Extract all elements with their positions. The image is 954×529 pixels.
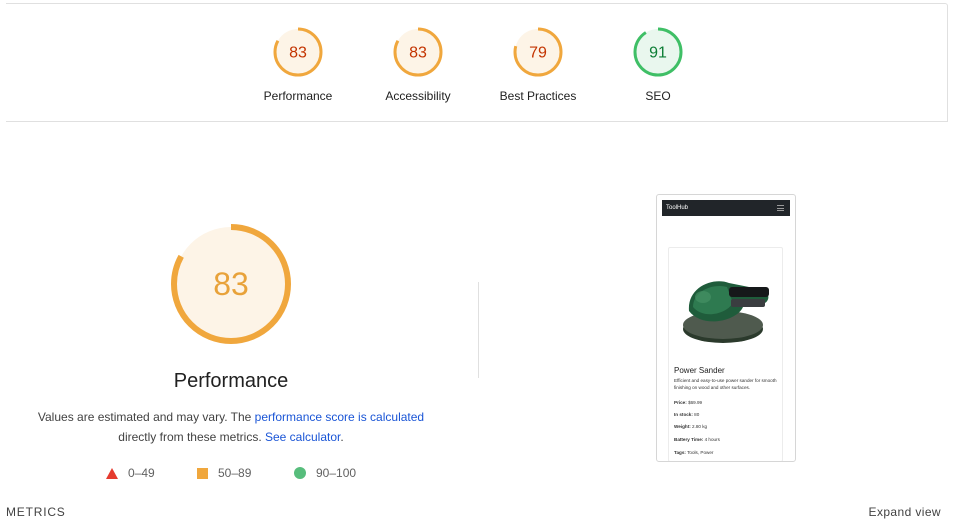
stock-value: 80 bbox=[694, 412, 700, 417]
screenshot-navbar: ToolHub bbox=[662, 200, 790, 216]
price-value: $69.99 bbox=[688, 400, 703, 405]
gauge-score: 83 bbox=[409, 45, 427, 62]
battery-label: Battery Time: bbox=[674, 437, 704, 442]
expand-view-button[interactable]: Expand view bbox=[869, 505, 941, 519]
desc-text-2: directly from these metrics. bbox=[118, 430, 265, 444]
performance-title: Performance bbox=[173, 370, 289, 392]
gauge-performance[interactable]: 83 Performance bbox=[233, 27, 363, 103]
screenshot-stock: In stock: 80 bbox=[674, 412, 699, 417]
performance-large-ring: 83 bbox=[171, 224, 291, 344]
tags-label: Tags: bbox=[674, 450, 686, 455]
gauge-accessibility[interactable]: 83 Accessibility bbox=[353, 27, 483, 103]
desc-text: Values are estimated and may vary. The bbox=[37, 410, 255, 424]
battery-value: 4 hours bbox=[704, 437, 720, 442]
screenshot-weight: Weight: 2.80 kg bbox=[674, 424, 707, 429]
desc-period: . bbox=[340, 430, 344, 444]
legend-average: 50–89 bbox=[197, 466, 251, 480]
gauge-best-practices[interactable]: 79 Best Practices bbox=[473, 27, 603, 103]
screenshot-price: Price: $69.99 bbox=[674, 400, 702, 405]
screenshot-brand: ToolHub bbox=[666, 205, 689, 211]
gauge-label: Performance bbox=[263, 89, 333, 103]
best-practices-gauge-ring: 79 bbox=[513, 27, 563, 77]
metrics-heading: METRICS bbox=[6, 505, 66, 519]
performance-score-link[interactable]: performance score is calculated bbox=[255, 410, 424, 424]
legend-label: 90–100 bbox=[316, 466, 357, 480]
square-icon bbox=[197, 467, 208, 479]
see-calculator-link[interactable]: See calculator bbox=[265, 430, 340, 444]
performance-description: Values are estimated and may vary. The p… bbox=[0, 407, 462, 447]
price-label: Price: bbox=[674, 400, 687, 405]
screenshot-product-desc: Efficient and easy-to-use power sander f… bbox=[674, 378, 777, 390]
seo-gauge-ring: 91 bbox=[633, 27, 683, 77]
screenshot-battery: Battery Time: 4 hours bbox=[674, 437, 720, 442]
score-legend: 0–49 50–89 90–100 bbox=[0, 466, 954, 482]
stock-label: In stock: bbox=[674, 412, 693, 417]
legend-label: 0–49 bbox=[128, 466, 155, 480]
power-sander-image bbox=[683, 281, 769, 343]
gauge-label: SEO bbox=[645, 89, 671, 103]
weight-label: Weight: bbox=[674, 424, 691, 429]
gauge-score: 83 bbox=[289, 45, 307, 62]
hamburger-icon bbox=[777, 205, 784, 213]
gauge-seo[interactable]: 91 SEO bbox=[593, 27, 723, 103]
screenshot-product-title: Power Sander bbox=[674, 366, 725, 375]
performance-score-gauge: 83 bbox=[170, 223, 292, 345]
triangle-icon bbox=[106, 467, 118, 479]
performance-gauge-ring: 83 bbox=[273, 27, 323, 77]
legend-label: 50–89 bbox=[218, 466, 252, 480]
gauge-score: 79 bbox=[529, 45, 547, 62]
gauge-label: Best Practices bbox=[499, 89, 577, 103]
performance-score-value: 83 bbox=[213, 266, 249, 302]
vertical-divider bbox=[478, 282, 479, 378]
screenshot-tags: Tags: Tools, Power bbox=[674, 450, 713, 455]
legend-fail: 0–49 bbox=[106, 466, 155, 480]
accessibility-gauge-ring: 83 bbox=[393, 27, 443, 77]
weight-value: 2.80 kg bbox=[692, 424, 708, 429]
tags-value: Tools, Power bbox=[687, 450, 714, 455]
legend-pass: 90–100 bbox=[294, 466, 356, 480]
final-screenshot-thumbnail[interactable]: ToolHub Power Sander Efficient and easy-… bbox=[656, 194, 796, 462]
score-gauges: 83 Performance 83 Accessibility 79 Best … bbox=[0, 0, 954, 120]
gauge-score: 91 bbox=[649, 45, 667, 62]
gauge-label: Accessibility bbox=[385, 89, 451, 103]
circle-icon bbox=[294, 467, 306, 479]
